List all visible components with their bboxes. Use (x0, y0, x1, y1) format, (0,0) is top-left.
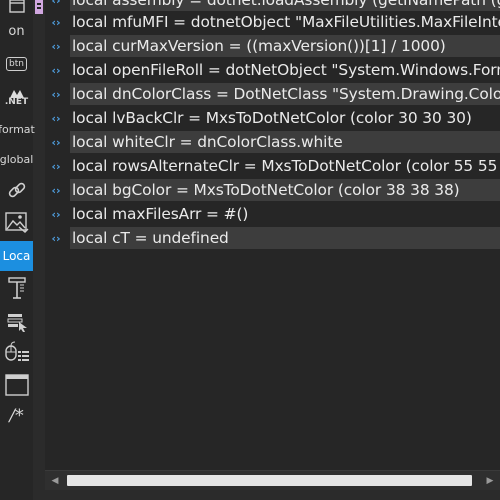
list-item[interactable]: ‹› local mfuMFI = dotnetObject "MaxFileU… (45, 11, 500, 33)
line-text: local rowsAlternateClr = MxsToDotNetColo… (72, 157, 500, 175)
toggle-on-icon: on (8, 23, 25, 39)
global-icon: global (0, 152, 34, 166)
image-icon (4, 212, 28, 233)
list-item[interactable]: ‹› local cT = undefined (45, 227, 500, 249)
scroll-right-icon[interactable]: ▶ (481, 471, 499, 491)
list-item[interactable]: ‹› local openFileRoll = dotNetObject "Sy… (45, 59, 500, 81)
toolbar-item-global[interactable]: global (0, 145, 33, 173)
line-text: local dnColorClass = DotNetClass "System… (72, 85, 500, 103)
window-icon (8, 0, 25, 13)
line-text: local whiteClr = dnColorClass.white (72, 133, 343, 151)
toolbar-item-link[interactable] (0, 177, 33, 205)
horizontal-scrollbar[interactable]: ◀ ▶ (45, 470, 500, 491)
snippet-toolbar: on btn .NET format global Loca /* (0, 0, 35, 500)
list-item[interactable]: ‹› local rowsAlternateClr = MxsToDotNetC… (45, 155, 500, 177)
toolbar-item-window-frame[interactable] (0, 371, 33, 399)
bookmark-marker (35, 0, 43, 14)
scroll-thumb[interactable] (67, 475, 472, 486)
dotnet-icon: .NET (5, 89, 28, 107)
list-item[interactable]: ‹› local maxFilesArr = #() (45, 203, 500, 225)
list-item[interactable]: ‹› local bgColor = MxsToDotNetColor (col… (45, 179, 500, 201)
line-text: local bgColor = MxsToDotNetColor (color … (72, 181, 460, 199)
link-icon (8, 182, 25, 198)
expand-arrows-icon: ‹› (51, 231, 61, 245)
line-text: local lvBackClr = MxsToDotNetColor (colo… (72, 109, 472, 127)
expand-arrows-icon: ‹› (51, 15, 61, 29)
toolbar-item-local[interactable]: Loca (0, 241, 33, 271)
local-icon: Loca (2, 249, 31, 263)
toolbar-item-dotnet[interactable]: .NET (0, 84, 33, 112)
list-select-icon (7, 314, 27, 332)
toolbar-item-btn[interactable]: btn (0, 50, 33, 78)
toolbar-item-mouse-list[interactable] (0, 339, 33, 367)
list-item[interactable]: ‹› local dnColorClass = DotNetClass "Sys… (45, 83, 500, 105)
toolbar-item-on[interactable]: on (0, 17, 33, 45)
format-icon: format (0, 122, 35, 136)
expand-arrows-icon: ‹› (51, 87, 61, 101)
expand-arrows-icon: ‹› (51, 183, 61, 197)
line-text: local cT = undefined (72, 229, 229, 247)
text-cursor-icon (7, 277, 26, 299)
comment-icon: /* (9, 406, 24, 426)
line-text: local mfuMFI = dotnetObject "MaxFileUtil… (72, 13, 500, 31)
button-icon: btn (6, 57, 27, 71)
expand-arrows-icon: ‹› (51, 159, 61, 173)
window-frame-icon (4, 374, 29, 396)
line-text: local openFileRoll = dotNetObject "Syste… (72, 61, 500, 79)
toolbar-item-image[interactable] (0, 209, 33, 237)
line-text: local curMaxVersion = ((maxVersion())[1]… (72, 37, 446, 55)
list-item[interactable]: ‹› local lvBackClr = MxsToDotNetColor (c… (45, 107, 500, 129)
list-item[interactable]: ‹› local whiteClr = dnColorClass.white (45, 131, 500, 153)
toolbar-item-text[interactable] (0, 274, 33, 302)
expand-arrows-icon: ‹› (51, 135, 61, 149)
line-text: local assembly = dotnet.loadAssembly (ge… (72, 0, 500, 9)
list-item[interactable]: ‹› local assembly = dotnet.loadAssembly … (45, 0, 500, 11)
expand-arrows-icon: ‹› (51, 39, 61, 53)
expand-arrows-icon: ‹› (51, 111, 61, 125)
expand-arrows-icon: ‹› (51, 0, 61, 7)
status-strip (45, 490, 500, 500)
code-list: ‹› local assembly = dotnet.loadAssembly … (45, 0, 500, 490)
scroll-left-icon[interactable]: ◀ (46, 471, 64, 491)
list-item[interactable]: ‹› local curMaxVersion = ((maxVersion())… (45, 35, 500, 57)
mouse-list-icon (4, 341, 29, 361)
toolbar-item-format[interactable]: format (0, 115, 35, 143)
toolbar-item-comment[interactable]: /* (0, 402, 33, 430)
expand-arrows-icon: ‹› (51, 63, 61, 77)
expand-arrows-icon: ‹› (51, 207, 61, 221)
toolbar-item-list-select[interactable] (0, 308, 33, 336)
line-text: local maxFilesArr = #() (72, 205, 249, 223)
